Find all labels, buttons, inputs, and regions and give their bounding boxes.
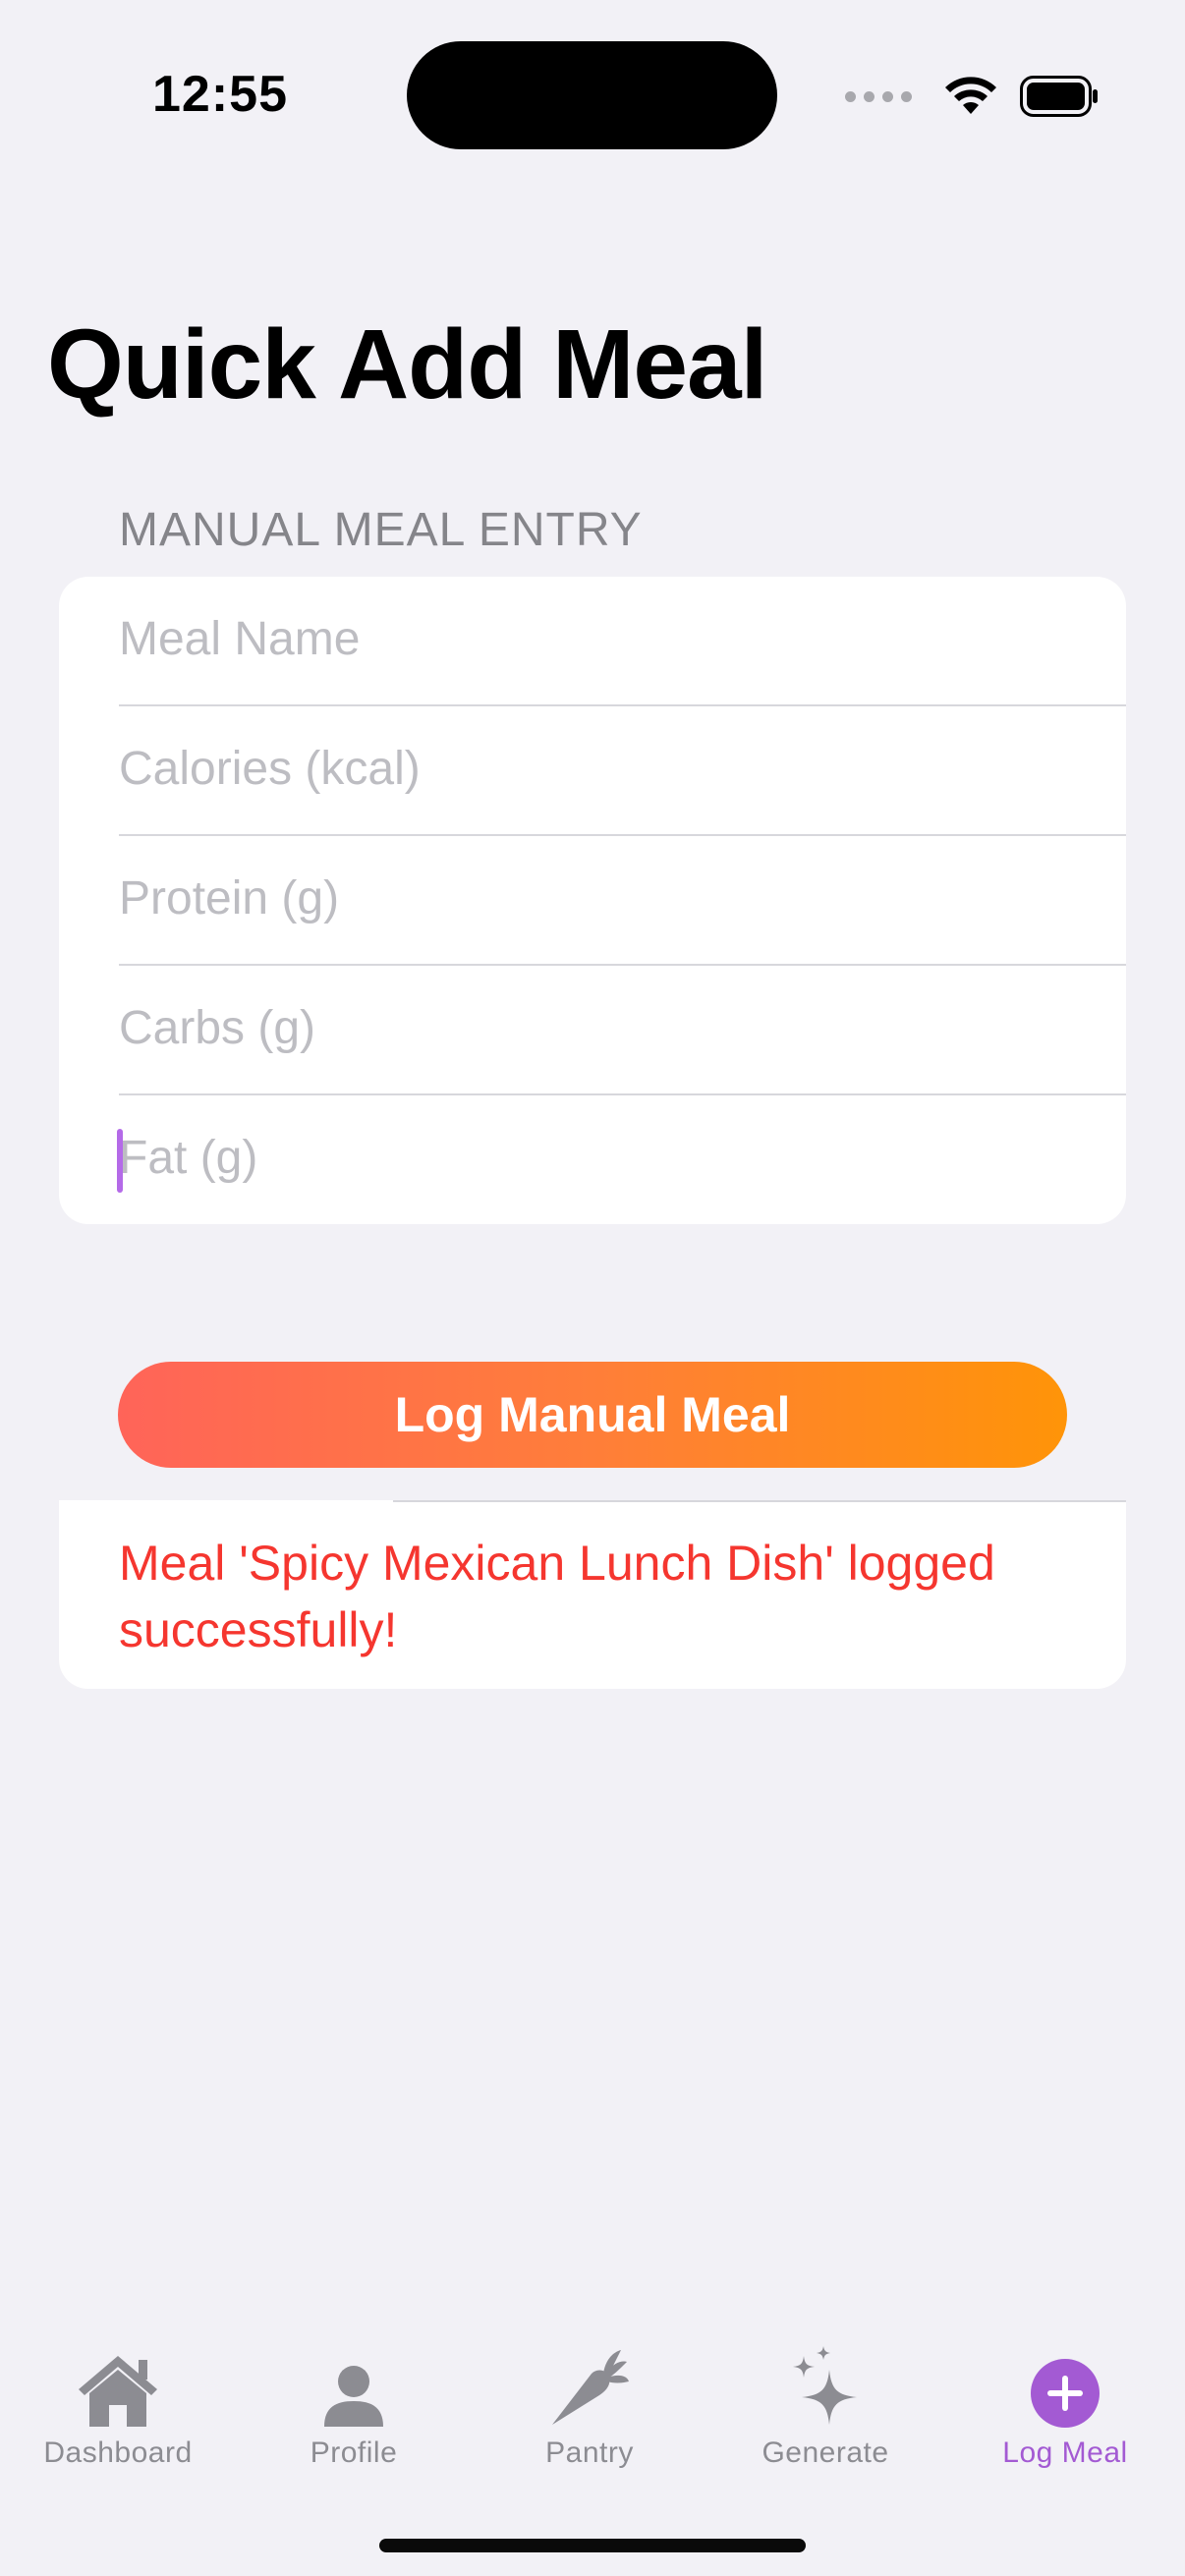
meal-name-field[interactable]: Meal Name (119, 577, 1126, 706)
tab-label: Generate (762, 2436, 889, 2469)
result-message-card: Meal 'Spicy Mexican Lunch Dish' logged s… (59, 1500, 1126, 1689)
fat-field[interactable]: Fat (g) (119, 1095, 1126, 1224)
tab-label: Pantry (545, 2436, 634, 2469)
text-cursor (117, 1129, 123, 1193)
divider (393, 1500, 1126, 1502)
section-header: MANUAL MEAL ENTRY (119, 504, 643, 556)
house-icon (79, 2356, 157, 2427)
cellular-signal-icon (845, 90, 912, 102)
carbs-field[interactable]: Carbs (g) (119, 966, 1126, 1095)
protein-field[interactable]: Protein (g) (119, 836, 1126, 966)
carbs-placeholder: Carbs (g) (119, 1002, 316, 1054)
tab-generate[interactable]: Generate (707, 2340, 943, 2470)
home-indicator (379, 2539, 806, 2552)
fat-placeholder: Fat (g) (119, 1132, 258, 1184)
tab-dashboard[interactable]: Dashboard (0, 2340, 236, 2470)
tab-label: Log Meal (1002, 2436, 1128, 2469)
protein-placeholder: Protein (g) (119, 872, 340, 924)
dynamic-island (407, 41, 777, 149)
person-icon (324, 2366, 383, 2427)
meal-name-placeholder: Meal Name (119, 613, 361, 665)
tab-label: Dashboard (43, 2436, 193, 2469)
success-message: Meal 'Spicy Mexican Lunch Dish' logged s… (119, 1536, 995, 1657)
log-manual-meal-button[interactable]: Log Manual Meal (118, 1362, 1067, 1468)
carrot-icon (552, 2350, 629, 2425)
sparkles-icon (793, 2346, 857, 2425)
tab-label: Profile (310, 2436, 398, 2469)
status-time: 12:55 (152, 66, 288, 123)
page-title: Quick Add Meal (47, 309, 767, 420)
battery-icon (1020, 76, 1098, 117)
plus-circle-icon (1031, 2359, 1100, 2428)
calories-field[interactable]: Calories (kcal) (119, 706, 1126, 836)
tab-log-meal[interactable]: Log Meal (947, 2340, 1183, 2470)
wifi-icon (945, 77, 996, 114)
calories-placeholder: Calories (kcal) (119, 743, 421, 795)
manual-entry-form: Meal Name Calories (kcal) Protein (g) Ca… (59, 577, 1126, 1224)
tab-profile[interactable]: Profile (236, 2340, 472, 2470)
tab-pantry[interactable]: Pantry (472, 2340, 707, 2470)
status-indicators (845, 69, 1099, 124)
